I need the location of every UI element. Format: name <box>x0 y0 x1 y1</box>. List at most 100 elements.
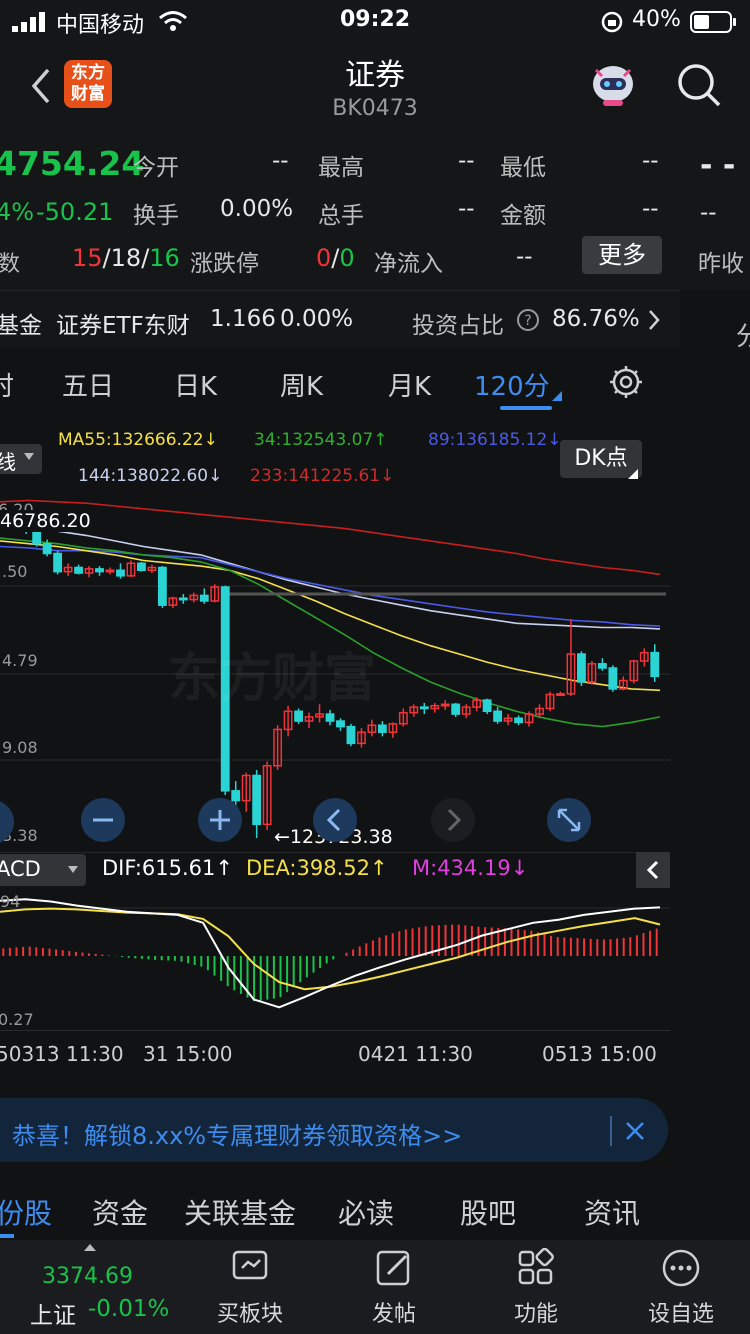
tab-must-read[interactable]: 必读 <box>338 1192 394 1232</box>
tab-news[interactable]: 资讯 <box>584 1192 640 1232</box>
candle-body <box>157 566 167 606</box>
caret-up-icon <box>84 1244 96 1251</box>
limit-counts: 0/0 <box>316 244 355 272</box>
fund-label: 基金 <box>0 313 42 339</box>
low-label: 最低 <box>500 155 546 181</box>
m-text: M:434.19 <box>412 856 511 880</box>
m-value: M:434.19↓ <box>412 856 528 880</box>
open-label: 今开 <box>133 155 179 181</box>
ma89-text: 89:136185.12 <box>428 430 548 450</box>
candle-body <box>252 774 262 826</box>
down-arrow-icon: ↓ <box>203 430 218 450</box>
scroll-left-button[interactable] <box>313 798 357 842</box>
tab-weekly-k[interactable]: 周K <box>280 366 323 403</box>
volume-value: -- <box>458 196 475 222</box>
macd-type-label: ACD <box>0 857 41 881</box>
caret-down-icon <box>24 453 34 460</box>
flat-count: 18 <box>110 244 142 272</box>
functions-label: 功能 <box>513 1302 558 1327</box>
dif-text: DIF:615.61 <box>102 856 216 880</box>
candle-body <box>325 713 335 722</box>
help-icon[interactable]: ? <box>516 308 540 332</box>
ma-type-label: 线 <box>0 450 16 474</box>
last-price: 4754.24 <box>0 144 145 183</box>
tab-daily-k[interactable]: 日K <box>174 366 217 403</box>
more-button[interactable]: 更多 <box>582 236 662 274</box>
dea-text: DEA:398.52 <box>246 856 370 880</box>
ma-line-ma144 <box>0 522 661 630</box>
buy-sector-button[interactable]: 买板块 <box>210 1246 290 1328</box>
close-icon[interactable] <box>622 1118 648 1144</box>
ma233-text: 233:141225.61 <box>250 466 381 486</box>
candle-body <box>137 562 146 572</box>
candle-body <box>336 720 345 728</box>
tab-monthly-k[interactable]: 月K <box>388 366 431 403</box>
candle-body <box>556 693 565 697</box>
netflow-value: -- <box>516 244 533 270</box>
search-icon[interactable] <box>676 62 722 108</box>
watchlist-settings-button[interactable]: 设自选 <box>636 1246 726 1328</box>
candle-body <box>53 552 63 573</box>
change-percent: 4% <box>0 198 35 226</box>
candle-body <box>597 663 607 669</box>
carrier-label: 中国移动 <box>56 13 145 38</box>
high-value: -- <box>458 148 475 174</box>
axis-label-4: 9.08 <box>2 738 38 757</box>
netflow-label: 净流入 <box>374 251 443 277</box>
active-tab-indicator <box>500 406 552 410</box>
scroll-right-button[interactable] <box>431 798 475 842</box>
robot-avatar-icon[interactable] <box>588 62 638 108</box>
post-label: 发帖 <box>371 1302 416 1327</box>
tab-120min[interactable]: 120分 <box>474 366 550 403</box>
date-label-1: 50313 11:30 <box>0 1042 124 1066</box>
fund-price: 1.166 <box>210 306 276 332</box>
candle-body <box>608 667 618 690</box>
zoom-out-button[interactable] <box>81 798 125 842</box>
dea-line <box>0 907 661 991</box>
collapse-panel-button[interactable] <box>636 852 670 888</box>
prev-close-label: 昨收 <box>698 251 744 277</box>
candle-body <box>178 597 188 601</box>
trade-icon <box>232 1250 268 1280</box>
watchlist-settings-label: 设自选 <box>647 1302 714 1327</box>
index-ticker[interactable]: 3374.69 上证 -0.01% <box>0 1240 180 1334</box>
battery-percent: 40% <box>632 7 681 32</box>
status-time: 09:22 <box>340 7 411 32</box>
tab-capital[interactable]: 资金 <box>92 1192 148 1232</box>
fund-name[interactable]: 证券ETF东财 <box>56 306 190 340</box>
candle-body <box>577 653 586 683</box>
grid-icon <box>518 1248 554 1285</box>
tab-constituents[interactable]: 份股 <box>0 1192 52 1232</box>
dif-value: DIF:615.61↑ <box>102 856 233 880</box>
chevron-right-icon[interactable] <box>646 308 662 332</box>
ma-type-select[interactable]: 线 <box>0 444 42 474</box>
tab-intraday[interactable]: 时 <box>0 366 14 403</box>
limit-label: 涨跌停 <box>190 251 259 277</box>
candle-body <box>377 724 387 733</box>
settings-icon[interactable] <box>608 364 644 400</box>
fullscreen-button[interactable] <box>547 798 591 842</box>
fund-change: 0.00% <box>280 306 354 332</box>
lock-rotation-icon <box>600 10 624 34</box>
functions-button[interactable]: 功能 <box>496 1246 576 1328</box>
candle-body <box>32 530 42 545</box>
tab-forum[interactable]: 股吧 <box>460 1192 516 1232</box>
tab-related-funds[interactable]: 关联基金 <box>184 1192 296 1232</box>
promo-text[interactable]: 恭喜！解锁8.xx%专属理财券领取资格>> <box>12 1116 462 1151</box>
candle-body <box>42 542 52 555</box>
low-value: -- <box>642 148 659 174</box>
zoom-in-button[interactable] <box>198 798 242 842</box>
macd-chart[interactable] <box>0 890 670 1030</box>
tab-five-day[interactable]: 五日 <box>62 366 114 403</box>
change-value: -50.21 <box>36 198 114 226</box>
index-change: -0.01% <box>88 1296 170 1322</box>
dif-line <box>0 898 661 1009</box>
axis-label-2: .50 <box>2 562 28 581</box>
date-label-2: 31 15:00 <box>143 1042 233 1066</box>
candle-body <box>451 703 461 715</box>
post-button[interactable]: 发帖 <box>354 1246 434 1328</box>
high-label: 最高 <box>318 155 364 181</box>
macd-type-select[interactable]: ACD <box>0 854 86 886</box>
ratio-label: 投资占比 <box>412 313 504 339</box>
count-sep: / <box>102 244 111 272</box>
